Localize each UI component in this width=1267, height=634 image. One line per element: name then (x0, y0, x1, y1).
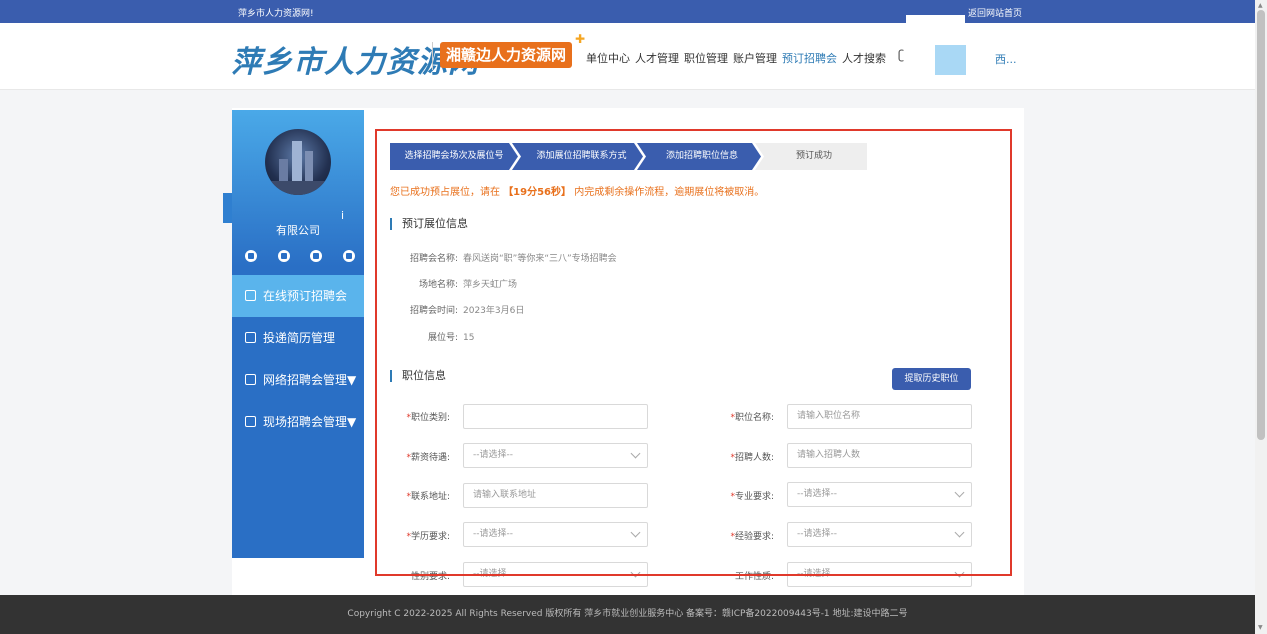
sidebar-item-label: 现场招聘会管理▼ (263, 415, 357, 429)
email-verify-icon[interactable] (277, 250, 290, 262)
header: 萍乡市人力资源网 湘赣边人力资源网 ✚ 单位中心 人才管理 职位管理 账户管理 预订招聘… (0, 23, 1255, 90)
folder-icon (245, 332, 256, 343)
top-bar: 萍乡市人力资源网! 返回网站首页 (0, 0, 1255, 23)
sidebar-menu: 在线预订招聘会 投递简历管理 网络招聘会管理▼ 现场招聘会管理▼ (232, 275, 364, 443)
main-nav: 单位中心 人才管理 职位管理 账户管理 预订招聘会 人才搜索 (586, 50, 891, 66)
user-name[interactable]: 西... (995, 51, 1017, 67)
license-verify-icon[interactable] (342, 250, 355, 262)
status-icons (245, 250, 355, 264)
sidebar-item-online-fair-management[interactable]: 网络招聘会管理▼ (232, 359, 364, 401)
bell-icon[interactable]: ʗ (898, 48, 904, 62)
site-title: 萍乡市人力资源网! (238, 9, 314, 19)
highlight-box (375, 129, 1012, 576)
sidebar-item-resume-management[interactable]: 投递简历管理 (232, 317, 364, 359)
company-name: 有限公司 (276, 224, 320, 237)
nav-item-talent-search[interactable]: 人才搜索 (842, 52, 886, 65)
page-scrollbar[interactable]: ▲ ▼ (1255, 0, 1267, 634)
nav-item-book-job-fair[interactable]: 预订招聘会 (782, 52, 837, 65)
checkbox-icon (245, 416, 256, 427)
sidebar-item-label: 投递简历管理 (263, 331, 336, 345)
checkbox-icon (245, 290, 256, 301)
home-link[interactable]: 返回网站首页 (968, 6, 1022, 19)
info-icon[interactable]: i (341, 209, 344, 222)
scrollbar-thumb[interactable] (1257, 10, 1265, 440)
logo-badge[interactable]: 湘赣边人力资源网 (440, 42, 573, 68)
vip-icon[interactable] (310, 250, 323, 262)
scroll-up-icon[interactable]: ▲ (1258, 2, 1263, 9)
nav-item-unit-center[interactable]: 单位中心 (586, 52, 630, 65)
footer: Copyright C 2022-2025 All Rights Reserve… (0, 595, 1255, 634)
nav-item-account-management[interactable]: 账户管理 (733, 52, 777, 65)
sidebar-item-online-booking[interactable]: 在线预订招聘会 (232, 275, 364, 317)
top-tab-marker (906, 15, 965, 23)
checkbox-icon (245, 374, 256, 385)
logo-divider (432, 42, 433, 70)
sidebar: i 有限公司 在线预订招聘会 投递简历管理 网络招聘会管理▼ 现场招聘会管理▼ (232, 110, 364, 558)
sidebar-item-label: 在线预订招聘会 (263, 289, 348, 303)
avatar[interactable] (935, 45, 966, 75)
logo-star-icon: ✚ (575, 32, 586, 46)
scroll-down-icon[interactable]: ▼ (1258, 624, 1263, 631)
sidebar-item-onsite-fair-management[interactable]: 现场招聘会管理▼ (232, 401, 364, 443)
nav-item-talent-management[interactable]: 人才管理 (635, 52, 679, 65)
sidebar-item-label: 网络招聘会管理▼ (263, 373, 357, 387)
nav-item-job-management[interactable]: 职位管理 (684, 52, 728, 65)
phone-verify-icon[interactable] (245, 250, 257, 262)
company-avatar[interactable] (265, 129, 331, 195)
